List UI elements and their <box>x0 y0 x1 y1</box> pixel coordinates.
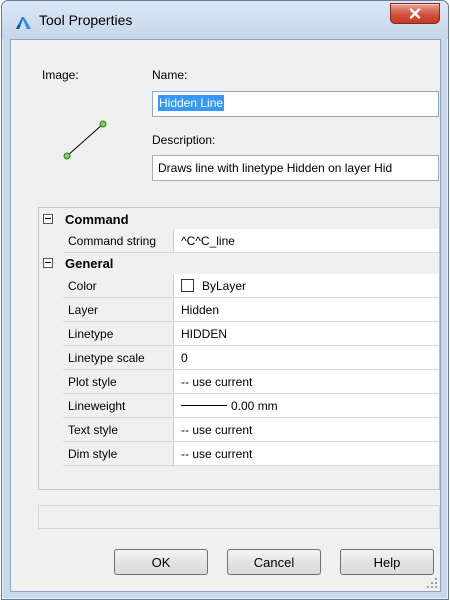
property-name: Plot style <box>63 370 174 394</box>
property-name: Dim style <box>63 442 174 466</box>
property-row-linetype[interactable]: Linetype HIDDEN <box>63 322 439 346</box>
color-swatch-icon <box>181 279 194 292</box>
close-icon <box>409 8 421 19</box>
cancel-button[interactable]: Cancel <box>227 549 321 575</box>
property-value[interactable]: ^C^C_line <box>174 229 439 253</box>
ok-button[interactable]: OK <box>114 549 208 575</box>
property-value-text: 0.00 mm <box>231 398 278 413</box>
property-name: Color <box>63 274 174 298</box>
property-row-linetype-scale[interactable]: Linetype scale 0 <box>63 346 439 370</box>
property-value[interactable]: 0 <box>174 346 439 370</box>
property-name: Text style <box>63 418 174 442</box>
dialog-client-area: Image: Name: Hidden Line Description: Dr… <box>10 39 441 592</box>
property-row-command-string[interactable]: Command string ^C^C_line <box>63 229 439 253</box>
description-field[interactable]: Draws line with linetype Hidden on layer… <box>152 155 439 181</box>
image-label: Image: <box>42 68 79 82</box>
help-button[interactable]: Help <box>340 549 434 575</box>
property-name: Lineweight <box>63 394 174 418</box>
category-label: Command <box>65 211 129 227</box>
description-label: Description: <box>152 133 216 147</box>
property-name: Layer <box>63 298 174 322</box>
close-button[interactable] <box>390 3 440 24</box>
autocad-logo-icon <box>16 17 31 29</box>
title-bar[interactable]: Tool Properties <box>2 1 448 39</box>
collapse-icon[interactable] <box>43 214 53 224</box>
property-value[interactable]: -- use current <box>174 370 439 394</box>
window-title: Tool Properties <box>39 12 133 28</box>
property-row-lineweight[interactable]: Lineweight 0.00 mm <box>63 394 439 418</box>
property-row-plot-style[interactable]: Plot style -- use current <box>63 370 439 394</box>
name-label: Name: <box>152 68 188 82</box>
property-row-layer[interactable]: Layer Hidden <box>63 298 439 322</box>
property-value[interactable]: HIDDEN <box>174 322 439 346</box>
name-field[interactable]: Hidden Line <box>152 91 439 117</box>
category-command[interactable]: Command <box>39 209 439 229</box>
line-tool-icon[interactable] <box>63 113 117 161</box>
tool-properties-window: Tool Properties Image: Name: Hidden Line… <box>1 0 449 600</box>
category-label: General <box>65 255 114 271</box>
property-name: Linetype <box>63 322 174 346</box>
property-value-text: ByLayer <box>202 278 247 293</box>
property-value[interactable]: ByLayer <box>174 274 439 298</box>
properties-grid: Command Command string ^C^C_line General… <box>38 207 440 490</box>
property-value[interactable]: -- use current <box>174 442 439 466</box>
property-value[interactable]: Hidden <box>174 298 439 322</box>
category-general[interactable]: General <box>39 253 439 273</box>
property-row-text-style[interactable]: Text style -- use current <box>63 418 439 442</box>
property-name: Linetype scale <box>63 346 174 370</box>
collapse-icon[interactable] <box>43 258 53 268</box>
property-name: Command string <box>63 229 174 253</box>
name-field-value: Hidden Line <box>158 95 225 111</box>
property-description-panel <box>38 505 440 529</box>
property-row-color[interactable]: Color ByLayer <box>63 274 439 298</box>
property-value[interactable]: 0.00 mm <box>174 394 439 418</box>
lineweight-sample-icon <box>181 405 227 406</box>
resize-grip-icon[interactable] <box>426 577 438 589</box>
property-row-dim-style[interactable]: Dim style -- use current <box>63 442 439 466</box>
property-value[interactable]: -- use current <box>174 418 439 442</box>
